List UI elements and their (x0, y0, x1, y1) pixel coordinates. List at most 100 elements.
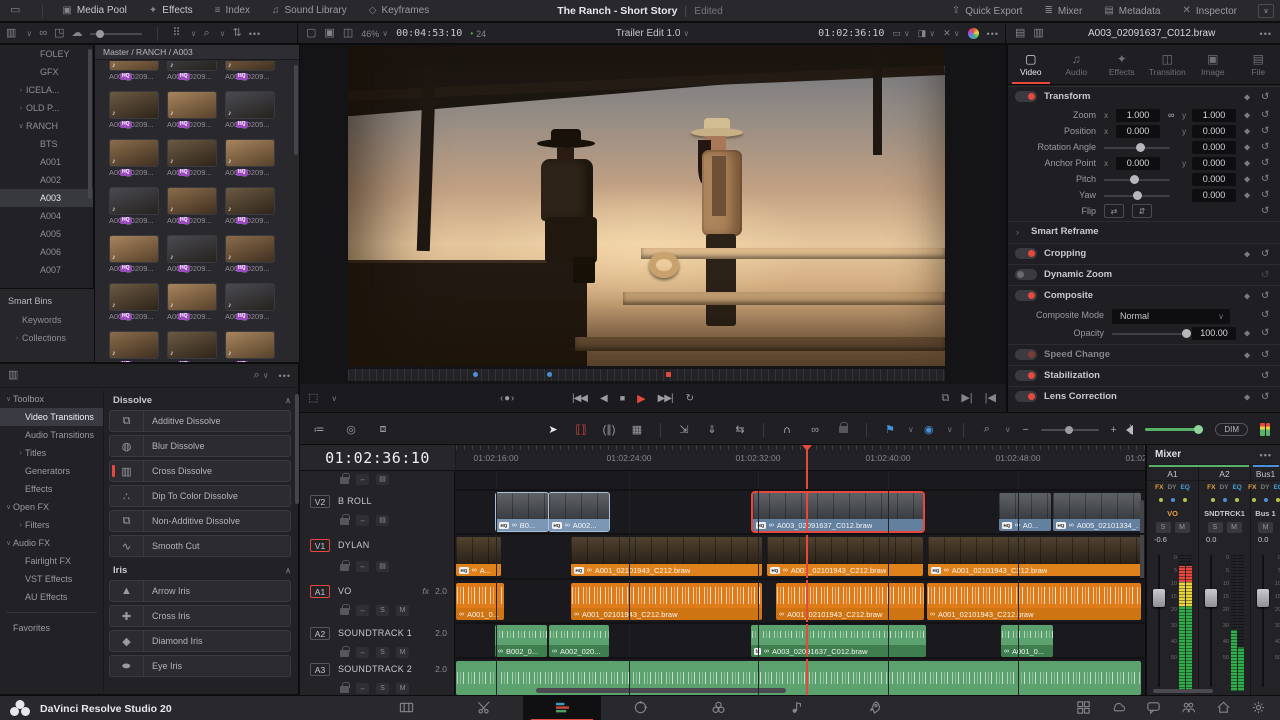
timeline-zoom-slider[interactable] (1041, 429, 1099, 431)
keyframe-diamond-icon[interactable]: ◆ (1244, 350, 1250, 359)
badge-dy[interactable]: DY (1219, 484, 1228, 491)
keyframe-diamond-icon[interactable]: ◆ (1244, 329, 1250, 338)
fx-sidebar-item-fairlight-fx[interactable]: Fairlight FX (0, 552, 103, 570)
media-clip-thumbnail[interactable]: ♪HQA003_0209... (167, 283, 217, 322)
track-lock-icon[interactable] (340, 518, 349, 525)
flag-button[interactable]: ⚑ (877, 423, 903, 436)
jog-playhead-marker[interactable] (666, 372, 671, 377)
bin-chevron[interactable]: ∨ (16, 122, 26, 130)
timeline-marker-blue[interactable] (547, 372, 552, 377)
fx-sidebar-item-open-fx[interactable]: ∨Open FX (0, 498, 103, 516)
transition-item-dip-to-color-dissolve[interactable]: ∴Dip To Color Dissolve (109, 485, 291, 507)
marker-button[interactable]: ◉ (916, 423, 942, 436)
media-clip-thumbnail[interactable]: ♪HQA003_0209... (109, 283, 159, 322)
viewer-zoom-select[interactable]: 46%∨ (361, 29, 388, 39)
chevron[interactable]: ∨ (26, 29, 32, 38)
monitor-volume-slider[interactable] (1145, 428, 1203, 431)
timeline-clip-video[interactable]: HQ∞A001_02101943_C212.braw (767, 537, 923, 576)
transition-item-additive-dissolve[interactable]: ⧉Additive Dissolve (109, 410, 291, 432)
media-clip-thumbnail[interactable]: ♪HQA003_0209... (109, 187, 159, 226)
media-clip-thumbnail[interactable]: ♪HQA003_0209... (225, 187, 275, 226)
panel-button-effects[interactable]: ✦Effects (138, 0, 204, 21)
media-pool-options-menu[interactable]: ••• (249, 29, 261, 39)
fx-sidebar-item-audio-fx[interactable]: ∨Audio FX (0, 534, 103, 552)
search-icon[interactable]: ⌕ (203, 28, 209, 39)
bin-item-oldp[interactable]: ›OLD P... (0, 99, 93, 117)
dim-button[interactable]: DIM (1215, 423, 1248, 436)
clip-info-icon[interactable]: ▤ (1015, 28, 1025, 39)
section-toggle[interactable] (1015, 91, 1037, 102)
fx-sidebar-item-favorites[interactable]: Favorites (0, 619, 103, 637)
value-field-y[interactable]: 0.000 (1192, 157, 1236, 170)
timeline-clip-video[interactable]: HQ∞A003_02091637_C012.braw (753, 493, 923, 531)
section-stabilization[interactable]: Stabilization↺ (1008, 365, 1280, 385)
marker-chevron[interactable]: ∨ (947, 425, 953, 434)
bin-item-ranch[interactable]: ∨RANCH (0, 117, 93, 135)
home-icon[interactable] (1216, 700, 1231, 718)
badge-dy[interactable]: DY (1167, 484, 1176, 491)
bin-scrollbar[interactable] (88, 49, 92, 199)
fx-sidebar-item-effects[interactable]: Effects (0, 480, 103, 498)
reset-icon[interactable]: ↺ (1261, 328, 1269, 339)
channel-fader[interactable] (1262, 555, 1264, 687)
track-lock-icon[interactable] (340, 650, 349, 657)
pan-control[interactable] (1199, 493, 1250, 507)
media-clip-thumbnail[interactable]: ♪HQA003_0209... (109, 235, 159, 274)
badge-fx[interactable]: FX (1248, 484, 1256, 491)
page-button-deliver[interactable] (835, 696, 913, 720)
thumbnail-size-slider[interactable] (90, 33, 142, 35)
bin-chevron[interactable]: › (12, 335, 22, 342)
channel-fader[interactable] (1210, 555, 1212, 687)
cloud-icon[interactable] (1111, 700, 1126, 718)
zoom-out-button[interactable]: − (1013, 424, 1039, 436)
effects-options-menu[interactable]: ••• (279, 371, 291, 381)
badge-eq[interactable]: EQ (1232, 484, 1241, 491)
section-speed-change[interactable]: Speed Change◆↺ (1008, 344, 1280, 364)
fx-sidebar-item-au-effects[interactable]: AU Effects (0, 588, 103, 606)
smart-bin-item-collections[interactable]: ›Collections (0, 329, 94, 347)
pan-control[interactable] (1147, 493, 1198, 507)
parameter-slider[interactable] (1104, 195, 1170, 197)
track-lock-icon[interactable] (340, 686, 349, 693)
fx-sidebar-item-filters[interactable]: ›Filters (0, 516, 103, 534)
marquee-chevron[interactable]: ∨ (331, 394, 337, 403)
mixer-hscrollbar[interactable] (1153, 689, 1213, 693)
media-clip-thumbnail[interactable]: ♪HQA003_0209... (167, 187, 217, 226)
timeline-clip-video[interactable]: HQ∞A001_02101943_C212.braw (928, 537, 1141, 576)
panel-button-inspector[interactable]: ✕Inspector (1171, 0, 1248, 22)
chat-icon[interactable] (1146, 700, 1161, 718)
tree-chevron[interactable]: › (16, 450, 25, 457)
mute-button[interactable]: M (396, 605, 409, 616)
solo-button[interactable]: S (1156, 522, 1171, 533)
page-button-fairlight[interactable] (757, 696, 835, 720)
bin-item-a004[interactable]: A004 (0, 207, 93, 225)
voiceover-mic-icon[interactable]: ⧈ (370, 423, 396, 436)
timeline-clip-video[interactable]: HQ∞A005_02101334_... (1053, 493, 1141, 531)
reset-icon[interactable]: ↺ (1261, 126, 1269, 137)
keyframe-diamond-icon[interactable]: ◆ (1244, 92, 1250, 101)
keyframe-diamond-icon[interactable]: ◆ (1244, 291, 1250, 300)
badge-fx[interactable]: FX (1155, 484, 1163, 491)
track-badge[interactable]: V1 (310, 539, 330, 552)
render-overlay-icon[interactable]: ◎ (338, 423, 364, 436)
opacity-slider[interactable] (1112, 333, 1188, 335)
mixer-options-menu[interactable]: ••• (1260, 450, 1272, 460)
inspector-tab-video[interactable]: ▢Video (1008, 45, 1054, 84)
mute-button[interactable]: M (1175, 522, 1190, 533)
transition-item-arrow-iris[interactable]: ▲Arrow Iris (109, 580, 291, 602)
section-composite[interactable]: Composite◆↺ (1008, 285, 1280, 305)
solo-button[interactable]: S (1208, 522, 1223, 533)
auto-select-icon[interactable]: ↔ (356, 683, 369, 694)
section-toggle[interactable] (1015, 290, 1037, 301)
timeline-clip-audio[interactable]: ∞A002_020... (549, 625, 609, 657)
media-clip-thumbnail[interactable]: ♪HQA003_0209... (167, 331, 217, 362)
panel-button-index[interactable]: ≡Index (204, 0, 261, 21)
keyframe-diamond-icon[interactable]: ◆ (1244, 143, 1250, 152)
reset-icon[interactable]: ↺ (1261, 370, 1269, 381)
transition-item-eye-iris[interactable]: ●Eye Iris (109, 655, 291, 677)
go-to-start-button[interactable]: |◀◀ (572, 393, 587, 404)
go-to-end-button[interactable]: ▶▶| (658, 393, 673, 404)
bin-item-a001[interactable]: A001 (0, 153, 93, 171)
track-view-icon[interactable]: ▤ (376, 561, 389, 572)
step-back-button[interactable]: ◀ (600, 393, 607, 404)
